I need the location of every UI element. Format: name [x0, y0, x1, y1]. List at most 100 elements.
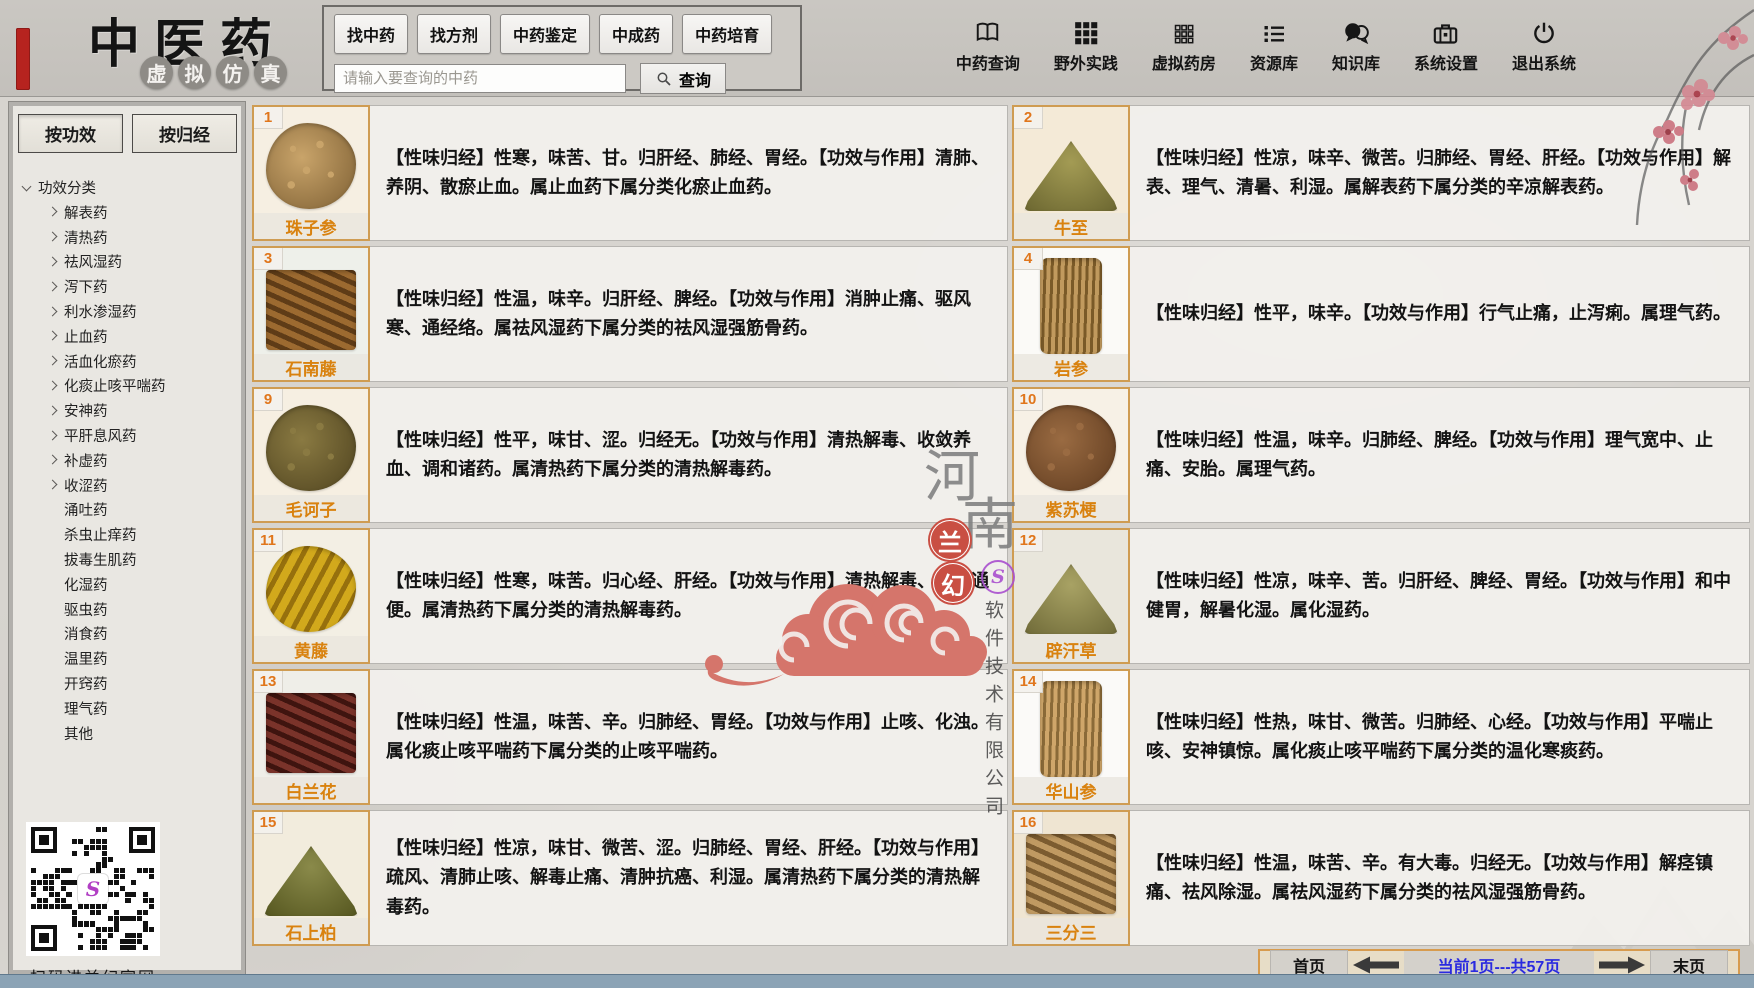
herb-card: 3 石南藤 【性味归经】性温，味辛。归肝经、脾经。【功效与作用】消肿止痛、驱风寒…: [252, 246, 1008, 382]
herb-number: 14: [1014, 671, 1043, 693]
tree-item-label: 涌吐药: [64, 499, 108, 520]
menu-item-label: 野外实践: [1054, 50, 1118, 74]
menu-item-系统设置[interactable]: 系统设置: [1414, 18, 1478, 74]
herb-image-华山参[interactable]: 14 华山参: [1012, 669, 1130, 805]
herb-number: 4: [1014, 248, 1043, 270]
herb-card: 1 珠子参 【性味归经】性寒，味苦、甘。归肝经、肺经、胃经。【功效与作用】清肺、…: [252, 105, 1008, 241]
herb-image-石南藤[interactable]: 3 石南藤: [252, 246, 370, 382]
chevron-right-icon: [48, 430, 58, 440]
menu-item-label: 资源库: [1250, 50, 1298, 74]
search-panel: 找中药找方剂中药鉴定中成药中药培育 查询: [322, 5, 802, 91]
menu-item-虚拟药房[interactable]: 虚拟药房: [1152, 18, 1216, 74]
tree-item-理气药[interactable]: 理气药: [23, 696, 245, 721]
tree-item-拔毒生肌药[interactable]: 拔毒生肌药: [23, 547, 245, 572]
herb-card: 14 华山参 【性味归经】性热，味甘、微苦。归肺经、心经。【功效与作用】平喘止咳…: [1012, 669, 1750, 805]
nav-button-中药鉴定[interactable]: 中药鉴定: [500, 14, 590, 54]
nav-button-中药培育[interactable]: 中药培育: [682, 14, 772, 54]
tree-item-利水渗湿药[interactable]: 利水渗湿药: [23, 299, 245, 324]
search-input[interactable]: [334, 64, 626, 93]
tree-item-祛风湿药[interactable]: 祛风湿药: [23, 250, 245, 275]
herb-image-毛诃子[interactable]: 9 毛诃子: [252, 387, 370, 523]
tree-item-化痰止咳平喘药[interactable]: 化痰止咳平喘药: [23, 374, 245, 399]
lanhuan-logo-icon: S: [77, 873, 109, 905]
tree-item-温里药[interactable]: 温里药: [23, 646, 245, 671]
menu-item-知识库[interactable]: 知识库: [1332, 18, 1380, 74]
herb-image-岩参[interactable]: 4 岩参: [1012, 246, 1130, 382]
tree-item-list: 解表药 清热药 祛风湿药 泻下药 利水渗湿药 止血药 活血化瘀药 化痰止咳平喘药…: [23, 200, 245, 746]
nav-button-找中药[interactable]: 找中药: [334, 14, 408, 54]
tree-item-补虚药[interactable]: 补虚药: [23, 448, 245, 473]
chevron-right-icon: [48, 381, 58, 391]
herb-name: 石南藤: [254, 354, 368, 380]
book-icon: [974, 18, 1001, 46]
tree-item-开窍药[interactable]: 开窍药: [23, 671, 245, 696]
herb-description: 【性味归经】性温，味辛。归肝经、脾经。【功效与作用】消肿止痛、驱风寒、通经络。属…: [370, 246, 1008, 382]
tree-item-label: 开窍药: [64, 673, 108, 694]
next-page-arrow-icon[interactable]: [1599, 956, 1645, 974]
herb-image-石上柏[interactable]: 15 石上柏: [252, 810, 370, 946]
herb-image-牛至[interactable]: 2 牛至: [1012, 105, 1130, 241]
herb-card: 13 白兰花 【性味归经】性温，味苦、辛。归肺经、胃经。【功效与作用】止咳、化浊…: [252, 669, 1008, 805]
herb-image-辟汗草[interactable]: 12 辟汗草: [1012, 528, 1130, 664]
herb-card: 4 岩参 【性味归经】性平，味辛。【功效与作用】行气止痛，止泻痢。属理气药。: [1012, 246, 1750, 382]
tree-item-label: 清热药: [64, 227, 108, 248]
grid-icon: [1073, 18, 1099, 46]
herb-image-珠子参[interactable]: 1 珠子参: [252, 105, 370, 241]
previous-page-arrow-icon[interactable]: [1353, 956, 1399, 974]
app-logo-subtitle: 虚 拟 仿 真: [140, 56, 287, 89]
tree-item-label: 杀虫止痒药: [64, 524, 137, 545]
tree-item-清热药[interactable]: 清热药: [23, 225, 245, 250]
tree-item-收涩药[interactable]: 收涩药: [23, 473, 245, 498]
nav-button-中成药[interactable]: 中成药: [599, 14, 673, 54]
menu-item-退出系统[interactable]: 退出系统: [1512, 18, 1576, 74]
herb-description: 【性味归经】性温，味苦、辛。归肺经、胃经。【功效与作用】止咳、化浊。属化痰止咳平…: [370, 669, 1008, 805]
herb-card: 11 黄藤 【性味归经】性寒，味苦。归心经、肝经。【功效与作用】清热解毒、泻火通…: [252, 528, 1008, 664]
tree-root-efficacy-category[interactable]: 功效分类: [23, 175, 245, 200]
tree-item-消食药[interactable]: 消食药: [23, 622, 245, 647]
tree-item-安神药[interactable]: 安神药: [23, 398, 245, 423]
herb-image-白兰花[interactable]: 13 白兰花: [252, 669, 370, 805]
herb-name: 紫苏梗: [1014, 495, 1128, 521]
tree-item-label: 驱虫药: [64, 599, 108, 620]
chevron-right-icon: [48, 207, 58, 217]
tree-item-解表药[interactable]: 解表药: [23, 200, 245, 225]
tree-item-杀虫止痒药[interactable]: 杀虫止痒药: [23, 522, 245, 547]
herb-name: 毛诃子: [254, 495, 368, 521]
tree-item-止血药[interactable]: 止血药: [23, 324, 245, 349]
power-icon: [1531, 18, 1557, 46]
tree-item-涌吐药[interactable]: 涌吐药: [23, 498, 245, 523]
tree-item-平肝息风药[interactable]: 平肝息风药: [23, 423, 245, 448]
search-row: 查询: [334, 63, 790, 94]
menu-item-资源库[interactable]: 资源库: [1250, 18, 1298, 74]
tree-item-化湿药[interactable]: 化湿药: [23, 572, 245, 597]
herb-image-黄藤[interactable]: 11 黄藤: [252, 528, 370, 664]
logo-subtitle-char: 虚: [140, 56, 173, 89]
app-root: { "header": { "logo_title": "中医药", "logo…: [0, 0, 1754, 988]
tree-item-活血化瘀药[interactable]: 活血化瘀药: [23, 349, 245, 374]
tree-item-驱虫药[interactable]: 驱虫药: [23, 597, 245, 622]
nav-button-找方剂[interactable]: 找方剂: [417, 14, 491, 54]
nav-button-row: 找中药找方剂中药鉴定中成药中药培育: [334, 14, 790, 54]
search-icon: [655, 70, 673, 88]
tree-item-label: 其他: [64, 723, 93, 744]
tab-by-meridian[interactable]: 按归经: [132, 114, 237, 153]
header-bar: 中医药 虚 拟 仿 真 找中药找方剂中药鉴定中成药中药培育 查询 中药查询 野外…: [0, 0, 1754, 97]
tree-item-label: 化痰止咳平喘药: [64, 375, 166, 396]
chevron-right-icon: [48, 331, 58, 341]
search-button[interactable]: 查询: [640, 63, 726, 94]
menu-item-野外实践[interactable]: 野外实践: [1054, 18, 1118, 74]
tab-by-efficacy[interactable]: 按功效: [18, 114, 123, 153]
tree-item-泻下药[interactable]: 泻下药: [23, 274, 245, 299]
tree-item-label: 化湿药: [64, 574, 108, 595]
herb-name: 华山参: [1014, 777, 1128, 803]
herb-image-紫苏梗[interactable]: 10 紫苏梗: [1012, 387, 1130, 523]
sidebar-tabs: 按功效 按归经: [9, 102, 245, 161]
herb-name: 石上柏: [254, 918, 368, 944]
herb-description: 【性味归经】性凉，味辛、苦。归肝经、脾经、胃经。【功效与作用】和中健胃，解暑化湿…: [1130, 528, 1750, 664]
menu-item-中药查询[interactable]: 中药查询: [956, 18, 1020, 74]
category-tree: 功效分类 解表药 清热药 祛风湿药 泻下药 利水渗湿药 止血药 活血化瘀药 化痰…: [9, 161, 245, 746]
tree-item-其他[interactable]: 其他: [23, 721, 245, 746]
footer-strip: [0, 974, 1754, 988]
tree-item-label: 活血化瘀药: [64, 351, 137, 372]
herb-image-三分三[interactable]: 16 三分三: [1012, 810, 1130, 946]
